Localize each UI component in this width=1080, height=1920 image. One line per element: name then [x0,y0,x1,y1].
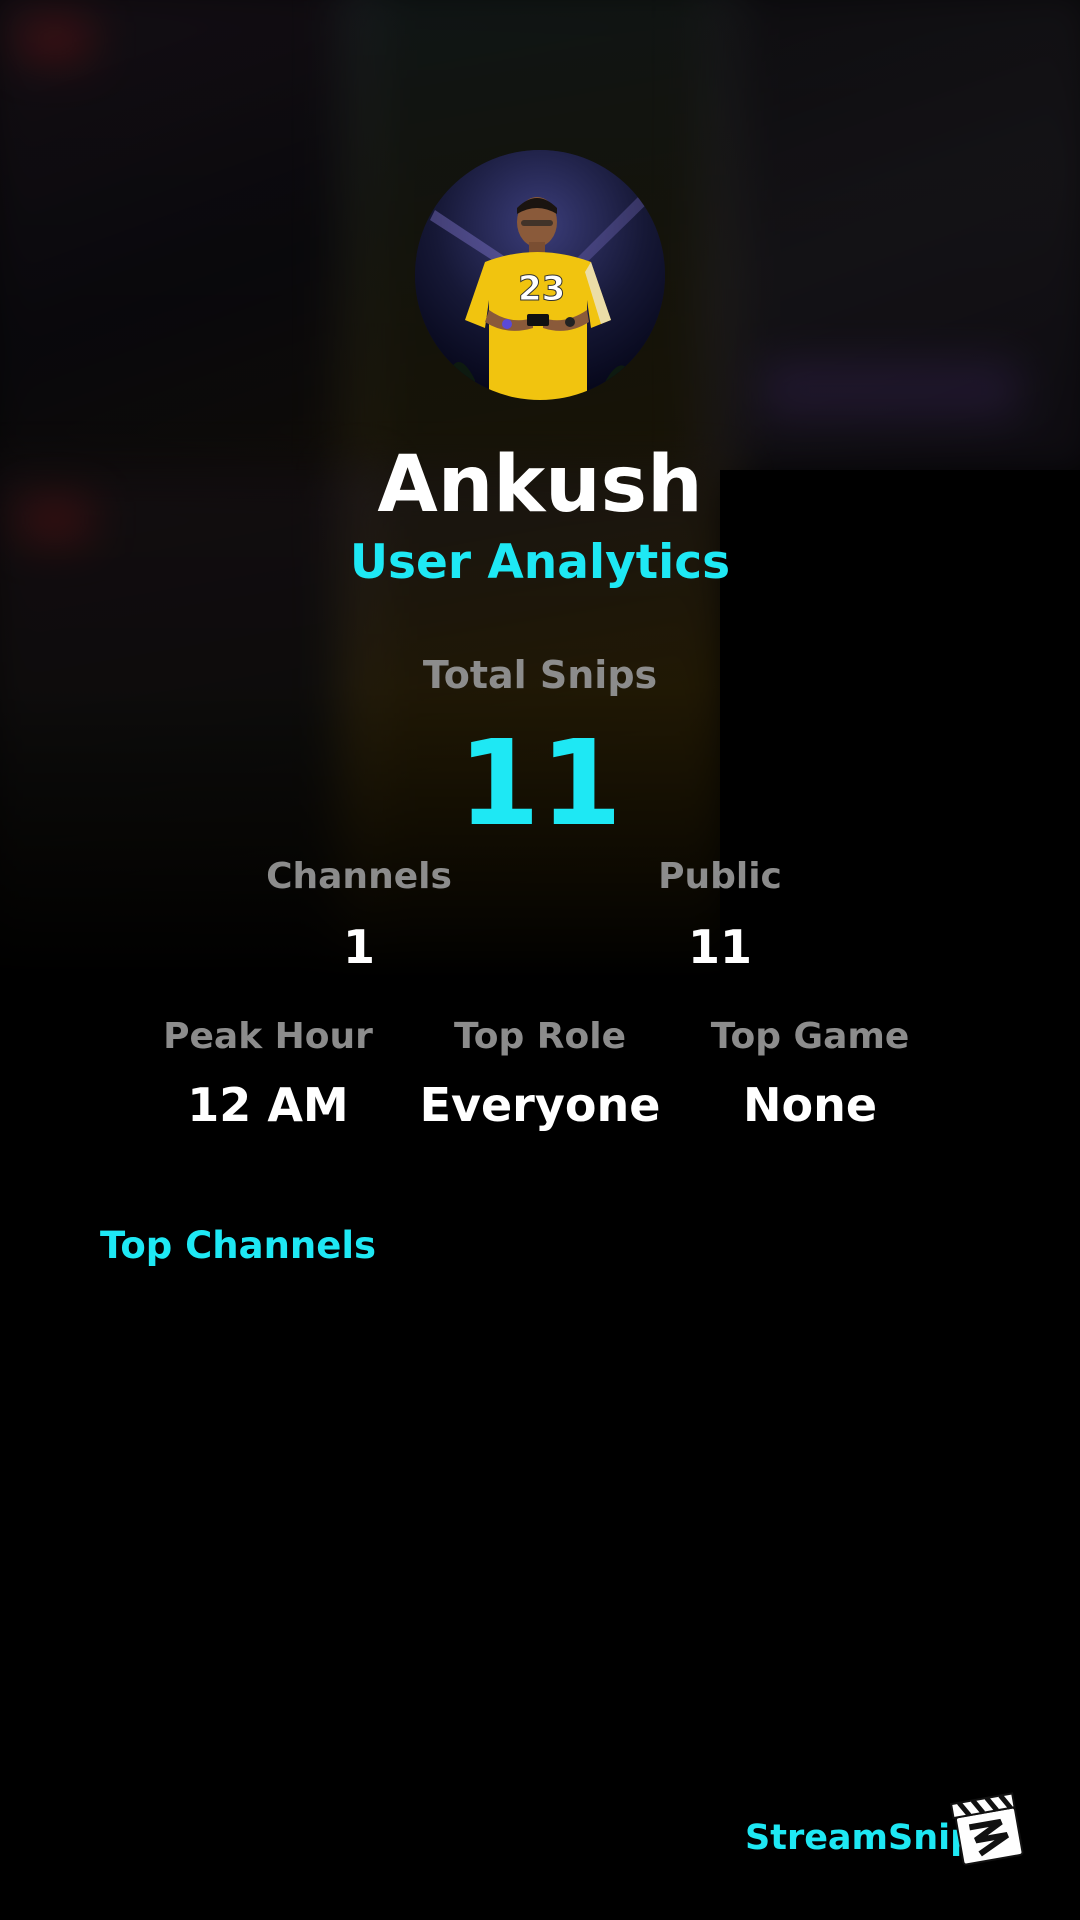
total-snips-value: 11 [457,714,623,852]
stat-value: 12 AM [187,1078,349,1132]
clapperboard-logo-icon [950,1792,1024,1866]
top-channels-list [100,1290,980,1690]
stat-top-game: Top Game None [690,1014,930,1134]
stat-public: Public 11 [620,854,820,976]
user-name: Ankush [377,440,703,530]
stat-top-role: Top Role Everyone [410,1014,670,1134]
stat-label: Top Role [453,1016,627,1057]
stat-label: Channels [266,856,452,897]
user-avatar-photo: 23 [415,150,665,400]
svg-text:23: 23 [518,269,565,309]
analytics-card: 23 Ankush User Analytics Total Snips 11 … [0,0,1080,1920]
stat-label: Top Game [710,1016,910,1057]
stat-peak-hour: Peak Hour 12 AM [148,1014,388,1134]
stat-value: Everyone [419,1078,661,1132]
brand-name: StreamSnip [745,1818,976,1858]
stat-value: 11 [687,920,752,974]
stat-label: Public [658,856,782,897]
stat-value: None [742,1078,878,1132]
total-snips-label: Total Snips [422,653,658,697]
stat-label: Peak Hour [163,1016,373,1057]
stat-value: 1 [342,920,375,974]
stat-channels: Channels 1 [259,854,459,976]
user-avatar: 23 [415,150,665,400]
top-channels-heading: Top Channels [100,1224,377,1267]
page-subtitle: User Analytics [349,535,731,590]
